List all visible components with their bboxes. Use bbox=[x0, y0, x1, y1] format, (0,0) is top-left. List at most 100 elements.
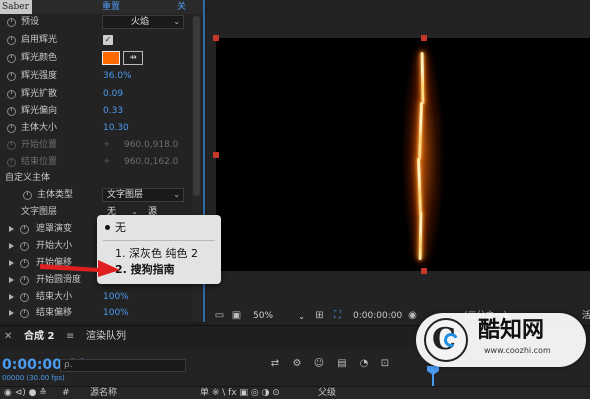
prop-label: 启用辉光 bbox=[21, 35, 58, 45]
close-tab-icon[interactable]: ✕ bbox=[4, 330, 12, 344]
expand-triangle-icon[interactable] bbox=[9, 294, 14, 300]
prop-start-position: 开始位置 ⌖ 960.0,918.0 bbox=[0, 137, 190, 154]
scrollbar-thumb[interactable] bbox=[193, 16, 200, 196]
column-parent[interactable]: 父级 bbox=[318, 387, 336, 399]
stopwatch-icon[interactable] bbox=[20, 293, 29, 302]
prop-label: 结束偏移 bbox=[36, 308, 73, 318]
preset-dropdown[interactable]: 火焰 ⌄ bbox=[102, 15, 184, 29]
reset-button[interactable]: 重置 bbox=[102, 0, 120, 14]
prop-label: 主体大小 bbox=[21, 123, 58, 133]
tab-composition[interactable]: 合成 2 bbox=[24, 330, 54, 344]
stopwatch-icon[interactable] bbox=[7, 107, 16, 116]
graph-editor-icon[interactable]: ⊡ bbox=[378, 357, 392, 371]
viewer-timecode[interactable]: 0:00:00:00 bbox=[353, 310, 402, 323]
stopwatch-icon[interactable] bbox=[7, 90, 16, 99]
av-switches-icon[interactable]: ◉ ⊲) ● ≙ bbox=[4, 387, 47, 399]
chevron-down-icon: ⌄ bbox=[298, 312, 305, 321]
menu-item-none[interactable]: 无 bbox=[105, 221, 126, 235]
expand-triangle-icon[interactable] bbox=[9, 310, 14, 316]
menu-item-label: 无 bbox=[115, 221, 126, 234]
expand-triangle-icon[interactable] bbox=[9, 260, 14, 266]
column-number: # bbox=[62, 388, 70, 398]
section-label: 自定义主体 bbox=[5, 173, 51, 183]
about-button[interactable]: 关 bbox=[177, 0, 186, 14]
timeline-search-input[interactable]: ρ. bbox=[60, 359, 186, 372]
custom-body-section[interactable]: 自定义主体 bbox=[0, 170, 190, 187]
end-size-value[interactable]: 100% bbox=[103, 289, 129, 306]
prop-label: 结束大小 bbox=[36, 292, 73, 302]
glow-spread-value[interactable]: 0.09 bbox=[103, 86, 123, 103]
prop-core-size: 主体大小 10.30 bbox=[0, 120, 190, 137]
stopwatch-icon[interactable] bbox=[7, 124, 16, 133]
prop-glow-intensity: 辉光强度 36.0% bbox=[0, 68, 190, 85]
eyedropper-icon[interactable]: ⇸ bbox=[123, 51, 143, 65]
stopwatch-icon[interactable] bbox=[7, 36, 16, 45]
watermark-title: 酷知网 bbox=[478, 318, 545, 343]
crosshair-icon: ⌖ bbox=[104, 139, 110, 150]
group-end-offset[interactable]: 结束偏移 100% bbox=[0, 305, 190, 322]
effect-name[interactable]: Saber bbox=[0, 0, 32, 14]
grid-icon[interactable]: ⊞ bbox=[313, 310, 326, 322]
stopwatch-icon[interactable] bbox=[20, 309, 29, 318]
expand-triangle-icon[interactable] bbox=[9, 277, 14, 283]
prop-enable-glow: 启用辉光 ✓ bbox=[0, 32, 190, 49]
glow-bias-value[interactable]: 0.33 bbox=[103, 103, 123, 120]
core-size-value[interactable]: 10.30 bbox=[103, 120, 129, 137]
column-source-name[interactable]: 源名称 bbox=[90, 387, 117, 399]
glow-color-swatch[interactable] bbox=[102, 51, 120, 65]
stopwatch-icon[interactable] bbox=[7, 18, 16, 27]
transform-handle[interactable] bbox=[213, 35, 219, 41]
chevron-down-icon: ⌄ bbox=[173, 190, 180, 199]
crosshair-icon: ⌖ bbox=[104, 156, 110, 167]
menu-item-layer-1[interactable]: 1. 深灰色 纯色 2 bbox=[115, 247, 198, 261]
watermark-url: www.coozhi.com bbox=[484, 346, 551, 355]
motion-blur-icon[interactable]: ◔ bbox=[357, 357, 371, 371]
active-camera-dropdown[interactable]: 活 bbox=[582, 310, 590, 323]
prop-label: 遮罩演变 bbox=[36, 224, 73, 234]
preset-value: 火焰 bbox=[130, 17, 149, 27]
prop-end-position: 结束位置 ⌖ 960.0,162.0 bbox=[0, 154, 190, 171]
menu-item-layer-2[interactable]: 2. 搜狗指南 bbox=[115, 263, 175, 277]
comp-mini-flowchart-icon[interactable]: ⇄ bbox=[268, 357, 282, 371]
frame-blending-icon[interactable]: ▤ bbox=[335, 357, 349, 371]
chevron-down-icon: ⌄ bbox=[173, 17, 180, 26]
search-placeholder: ρ. bbox=[64, 360, 73, 370]
always-preview-icon[interactable]: ▭ bbox=[213, 310, 226, 322]
red-arrow-annotation bbox=[40, 260, 120, 277]
prop-glow-color: 辉光颜色 ⇸ bbox=[0, 50, 190, 67]
glow-intensity-value[interactable]: 36.0% bbox=[103, 68, 132, 85]
stopwatch-icon bbox=[7, 158, 16, 167]
prop-preset: 预设 火焰 ⌄ bbox=[0, 14, 190, 31]
prop-label: 辉光扩散 bbox=[21, 89, 58, 99]
tab-menu-icon[interactable]: ≡ bbox=[66, 330, 74, 344]
start-position-value: 960.0,918.0 bbox=[124, 140, 179, 150]
stopwatch-icon[interactable] bbox=[7, 72, 16, 81]
coozhi-watermark: C 酷知网 www.coozhi.com bbox=[416, 313, 586, 367]
stopwatch-icon[interactable] bbox=[20, 276, 29, 285]
body-type-dropdown[interactable]: 文字图层 ⌄ bbox=[102, 188, 184, 202]
stopwatch-icon[interactable] bbox=[20, 242, 29, 251]
expand-triangle-icon[interactable] bbox=[9, 243, 14, 249]
stopwatch-icon[interactable] bbox=[20, 225, 29, 234]
prop-label: 文字图层 bbox=[21, 207, 58, 217]
expand-triangle-icon[interactable] bbox=[9, 226, 14, 232]
tab-render-queue[interactable]: 渲染队列 bbox=[86, 330, 126, 344]
prop-label: 结束位置 bbox=[21, 157, 58, 167]
prop-body-type: 主体类型 文字图层 ⌄ bbox=[0, 187, 190, 204]
stopwatch-icon[interactable] bbox=[20, 259, 29, 268]
stopwatch-icon[interactable] bbox=[23, 191, 32, 200]
group-end-size[interactable]: 结束大小 100% bbox=[0, 289, 190, 306]
monitor-icon[interactable]: ▣ bbox=[230, 310, 243, 322]
column-switches: 单 ※ \ fx ▣ ◎ ◑ ⊙ bbox=[200, 388, 280, 398]
transform-handle[interactable] bbox=[213, 152, 219, 158]
draft-3d-icon[interactable]: ⚙ bbox=[290, 357, 304, 371]
camera-icon[interactable]: ◉ bbox=[406, 310, 419, 322]
timeline-fps: 00000 (30.00 fps) bbox=[2, 374, 65, 382]
mask-visibility-icon[interactable]: ⛶ bbox=[331, 310, 344, 322]
zoom-dropdown[interactable]: 50% ⌄ bbox=[249, 310, 309, 323]
shy-layers-icon[interactable]: ☺ bbox=[312, 357, 326, 371]
end-position-value: 960.0,162.0 bbox=[124, 157, 179, 167]
enable-glow-checkbox[interactable]: ✓ bbox=[103, 35, 113, 45]
end-offset-value[interactable]: 100% bbox=[103, 305, 129, 322]
stopwatch-icon[interactable] bbox=[7, 54, 16, 63]
